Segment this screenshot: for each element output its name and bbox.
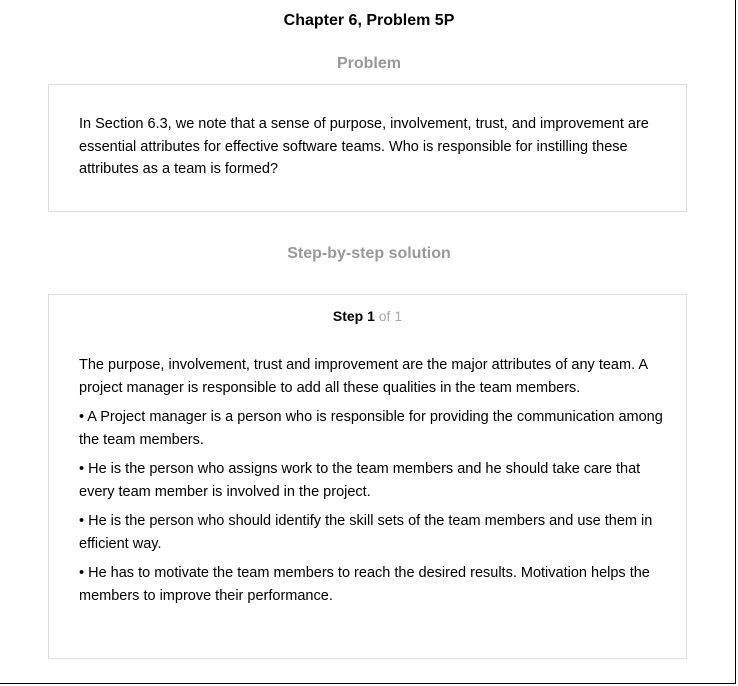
step-count: of 1 (378, 308, 403, 324)
problem-text: In Section 6.3, we note that a sense of … (79, 116, 649, 177)
solution-bullet: • A Project manager is a person who is r… (79, 409, 663, 448)
problem-card: In Section 6.3, we note that a sense of … (48, 84, 687, 212)
solution-body: The purpose, involvement, trust and impr… (79, 354, 669, 614)
solution-card: Step 1 of 1 The purpose, involvement, tr… (48, 294, 687, 659)
solution-bullet: • He has to motivate the team members to… (79, 565, 650, 604)
problem-heading: Problem (336, 55, 401, 72)
page-title: Chapter 6, Problem 5P (283, 12, 455, 29)
step-header: Step 1 of 1 (49, 308, 686, 324)
solution-paragraph: The purpose, involvement, trust and impr… (79, 357, 648, 396)
step-label: Step 1 (332, 308, 375, 324)
solution-heading: Step-by-step solution (287, 245, 451, 262)
solution-bullet: • He is the person who should identify t… (79, 513, 653, 552)
solution-bullet: • He is the person who assigns work to t… (79, 461, 641, 500)
